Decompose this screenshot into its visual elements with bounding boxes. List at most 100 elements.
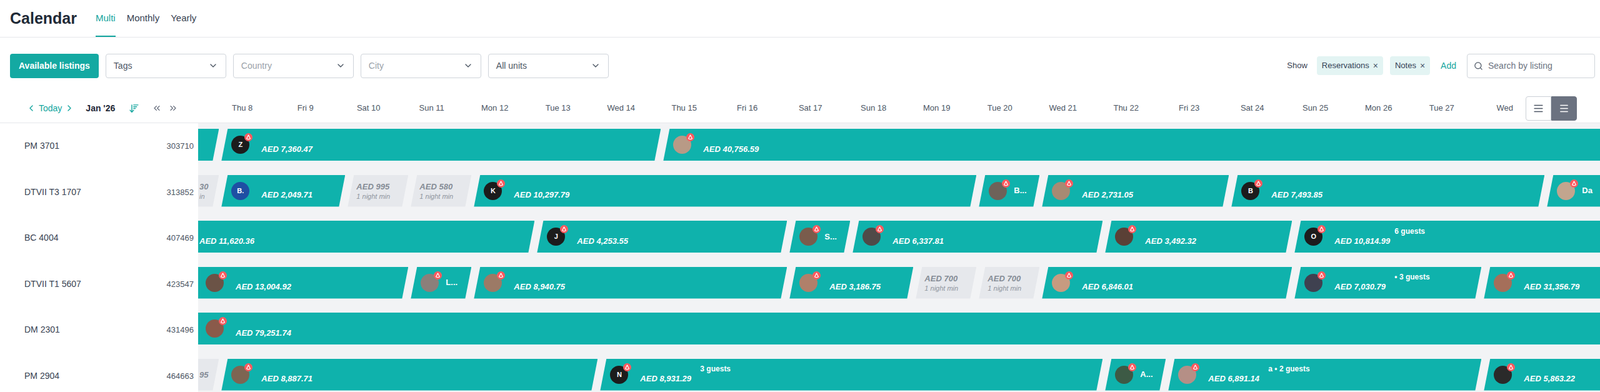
price-block[interactable]: AED 9951 night min <box>347 175 409 207</box>
listing-cell[interactable]: PM 3701303710 <box>0 123 199 170</box>
reservation-bar[interactable]: Da <box>1546 175 1600 207</box>
price-block[interactable]: AED 7001 night min <box>978 266 1040 299</box>
guest-avatar <box>988 181 1007 200</box>
day-label: Fri 16 <box>715 101 779 115</box>
reservation-bar[interactable]: AED 6,337.81 <box>852 220 1103 253</box>
reservation-bar[interactable]: B.AED 2,049.71 <box>221 175 345 207</box>
reservation-bar[interactable]: L... <box>410 266 472 299</box>
reservation-bar[interactable]: O6 guestsAED 10,814.99 <box>1294 220 1600 253</box>
jump-forward-icon[interactable] <box>168 103 179 114</box>
reservation-bar[interactable]: AED 3,492.32 <box>1105 220 1292 253</box>
reservation-bar[interactable]: JAED 4,253.55 <box>536 220 787 253</box>
jump-back-icon[interactable] <box>151 103 162 114</box>
day-label: Sun 11 <box>400 101 464 115</box>
reservation-bar[interactable]: a • 2 guestsAED 6,891.14 <box>1168 358 1482 391</box>
airbnb-badge-icon <box>1317 271 1326 280</box>
view-tab[interactable]: Monthly <box>126 0 160 37</box>
nightly-price: 95 <box>199 369 219 380</box>
listing-cell[interactable]: DM 2301431496 <box>0 306 199 354</box>
guest-avatar: N <box>610 365 629 384</box>
price-block[interactable]: 95 <box>198 358 219 391</box>
listing-name: DM 2301 <box>24 323 60 337</box>
date-navigator: TodayJan '26 <box>0 93 199 123</box>
view-tab[interactable]: Yearly <box>170 0 197 37</box>
search-input[interactable] <box>1488 59 1589 73</box>
reservation-bar[interactable]: • 3 guestsAED 7,030.79 <box>1294 266 1482 299</box>
guest-avatar <box>862 227 881 246</box>
guest-avatar <box>1051 181 1070 200</box>
reservation-bar[interactable]: AED 2,731.05 <box>1041 175 1229 207</box>
guest-label <box>892 226 953 236</box>
airbnb-badge-icon <box>1317 225 1326 234</box>
listing-cell[interactable]: PM 2904464663 <box>0 353 199 392</box>
guest-avatar: Z <box>231 135 250 154</box>
reservation-bar[interactable]: KAED 10,297.79 <box>473 175 977 207</box>
avatar-initial: N <box>616 371 622 379</box>
reservation-bar[interactable]: BAED 7,493.85 <box>1231 175 1545 207</box>
listing-cell[interactable]: BC 4004407469 <box>0 215 199 262</box>
reservation-bar[interactable]: N3 guestsAED 8,931.29 <box>600 358 1103 391</box>
filter-dropdown[interactable]: All units <box>488 53 609 79</box>
reservation-bar[interactable]: AED 31,356.79 <box>1483 266 1600 299</box>
today-button[interactable]: Today <box>38 101 62 115</box>
price-block[interactable]: AED 7001 night min <box>915 266 977 299</box>
reservation-bar[interactable]: A... <box>1105 358 1166 391</box>
listing-name: PM 2904 <box>24 369 60 383</box>
listing-name: DTVII T3 1707 <box>24 185 82 199</box>
guest-label <box>1271 180 1332 190</box>
listing-id: 313852 <box>166 186 194 199</box>
remove-chip-button[interactable]: × <box>1373 61 1379 70</box>
reservation-amount: AED 10,297.79 <box>513 189 574 201</box>
reservation-bar[interactable]: AED 40,756.59 <box>663 128 1600 161</box>
guest-label <box>1145 226 1205 236</box>
listing-name: BC 4004 <box>24 231 59 245</box>
add-filter-link[interactable]: Add <box>1440 59 1457 73</box>
reservation-amount: AED 31,356.79 <box>1523 281 1584 293</box>
view-toggle-button[interactable] <box>1525 96 1552 121</box>
guest-avatar <box>1051 273 1070 292</box>
listing-rows: PM 3701303710 Z AED 7,360.47 AED 40,756.59 D… <box>0 123 1600 392</box>
filter-dropdown[interactable]: City <box>360 53 482 79</box>
reservation-bar[interactable]: S... <box>789 220 850 253</box>
reservation-bar[interactable]: AED 3,186.75 <box>789 266 914 299</box>
guest-avatar <box>231 365 250 384</box>
calendar-page: CalendarMultiMonthlyYearlyAvailable list… <box>0 0 1600 392</box>
filter-dropdown[interactable]: Country <box>233 53 354 79</box>
listing-cell[interactable]: DTVII T3 1707 313852 <box>0 169 199 216</box>
next-icon[interactable] <box>64 103 75 114</box>
day-label: Sat 24 <box>1220 101 1284 115</box>
available-listings-button[interactable]: Available listings <box>10 53 99 79</box>
reservation-bar[interactable]: Z AED 7,360.47 <box>221 128 661 161</box>
reservation-amount: AED 7,493.85 <box>1271 189 1332 201</box>
guest-label <box>235 272 296 282</box>
day-label: Wed 21 <box>1031 101 1095 115</box>
reservation-amount: AED 7,030.79 <box>1334 281 1430 293</box>
reservation-bar[interactable]: AED 79,251.74 <box>198 312 1600 345</box>
view-toggle-button[interactable] <box>1551 96 1577 121</box>
filter-dropdown[interactable]: Tags <box>105 53 227 79</box>
price-block[interactable]: AED 5801 night min <box>410 175 472 207</box>
reservation-bar[interactable]: B... <box>978 175 1040 207</box>
reservation-bar[interactable]: AED 5,863.22 <box>1483 358 1600 391</box>
view-tab[interactable]: Multi <box>95 0 116 37</box>
reservation-amount: AED 8,940.75 <box>513 281 574 293</box>
reservation-bar[interactable]: AED 8,940.75 <box>473 266 787 299</box>
guest-avatar <box>799 273 818 292</box>
listing-timeline: 30inB.AED 2,049.71AED 9951 night minAED … <box>198 169 1600 216</box>
reservation-bar[interactable]: AED 6,846.01 <box>1041 266 1292 299</box>
remove-chip-button[interactable]: × <box>1420 61 1425 70</box>
listing-cell[interactable]: DTVII T1 5607423547 <box>0 261 199 308</box>
reservation-bar[interactable]: AED 13,004.92 <box>198 266 409 299</box>
reservation-amount: AED 5,863.22 <box>1523 373 1584 385</box>
reservation-bar[interactable]: AED 8,887.71 <box>221 358 598 391</box>
min-stay-note: 1 night min <box>924 283 977 293</box>
reservation-bar[interactable]: AED 11,620.36 <box>198 220 535 253</box>
reservation-bar[interactable] <box>198 128 219 161</box>
guest-label <box>261 180 322 190</box>
price-block[interactable]: 30in <box>198 175 219 207</box>
previous-icon[interactable] <box>26 103 37 114</box>
guest-avatar <box>1178 365 1197 384</box>
sort-icon[interactable] <box>128 103 140 114</box>
guest-label <box>703 135 764 144</box>
reservation-amount: AED 7,360.47 <box>261 143 322 155</box>
